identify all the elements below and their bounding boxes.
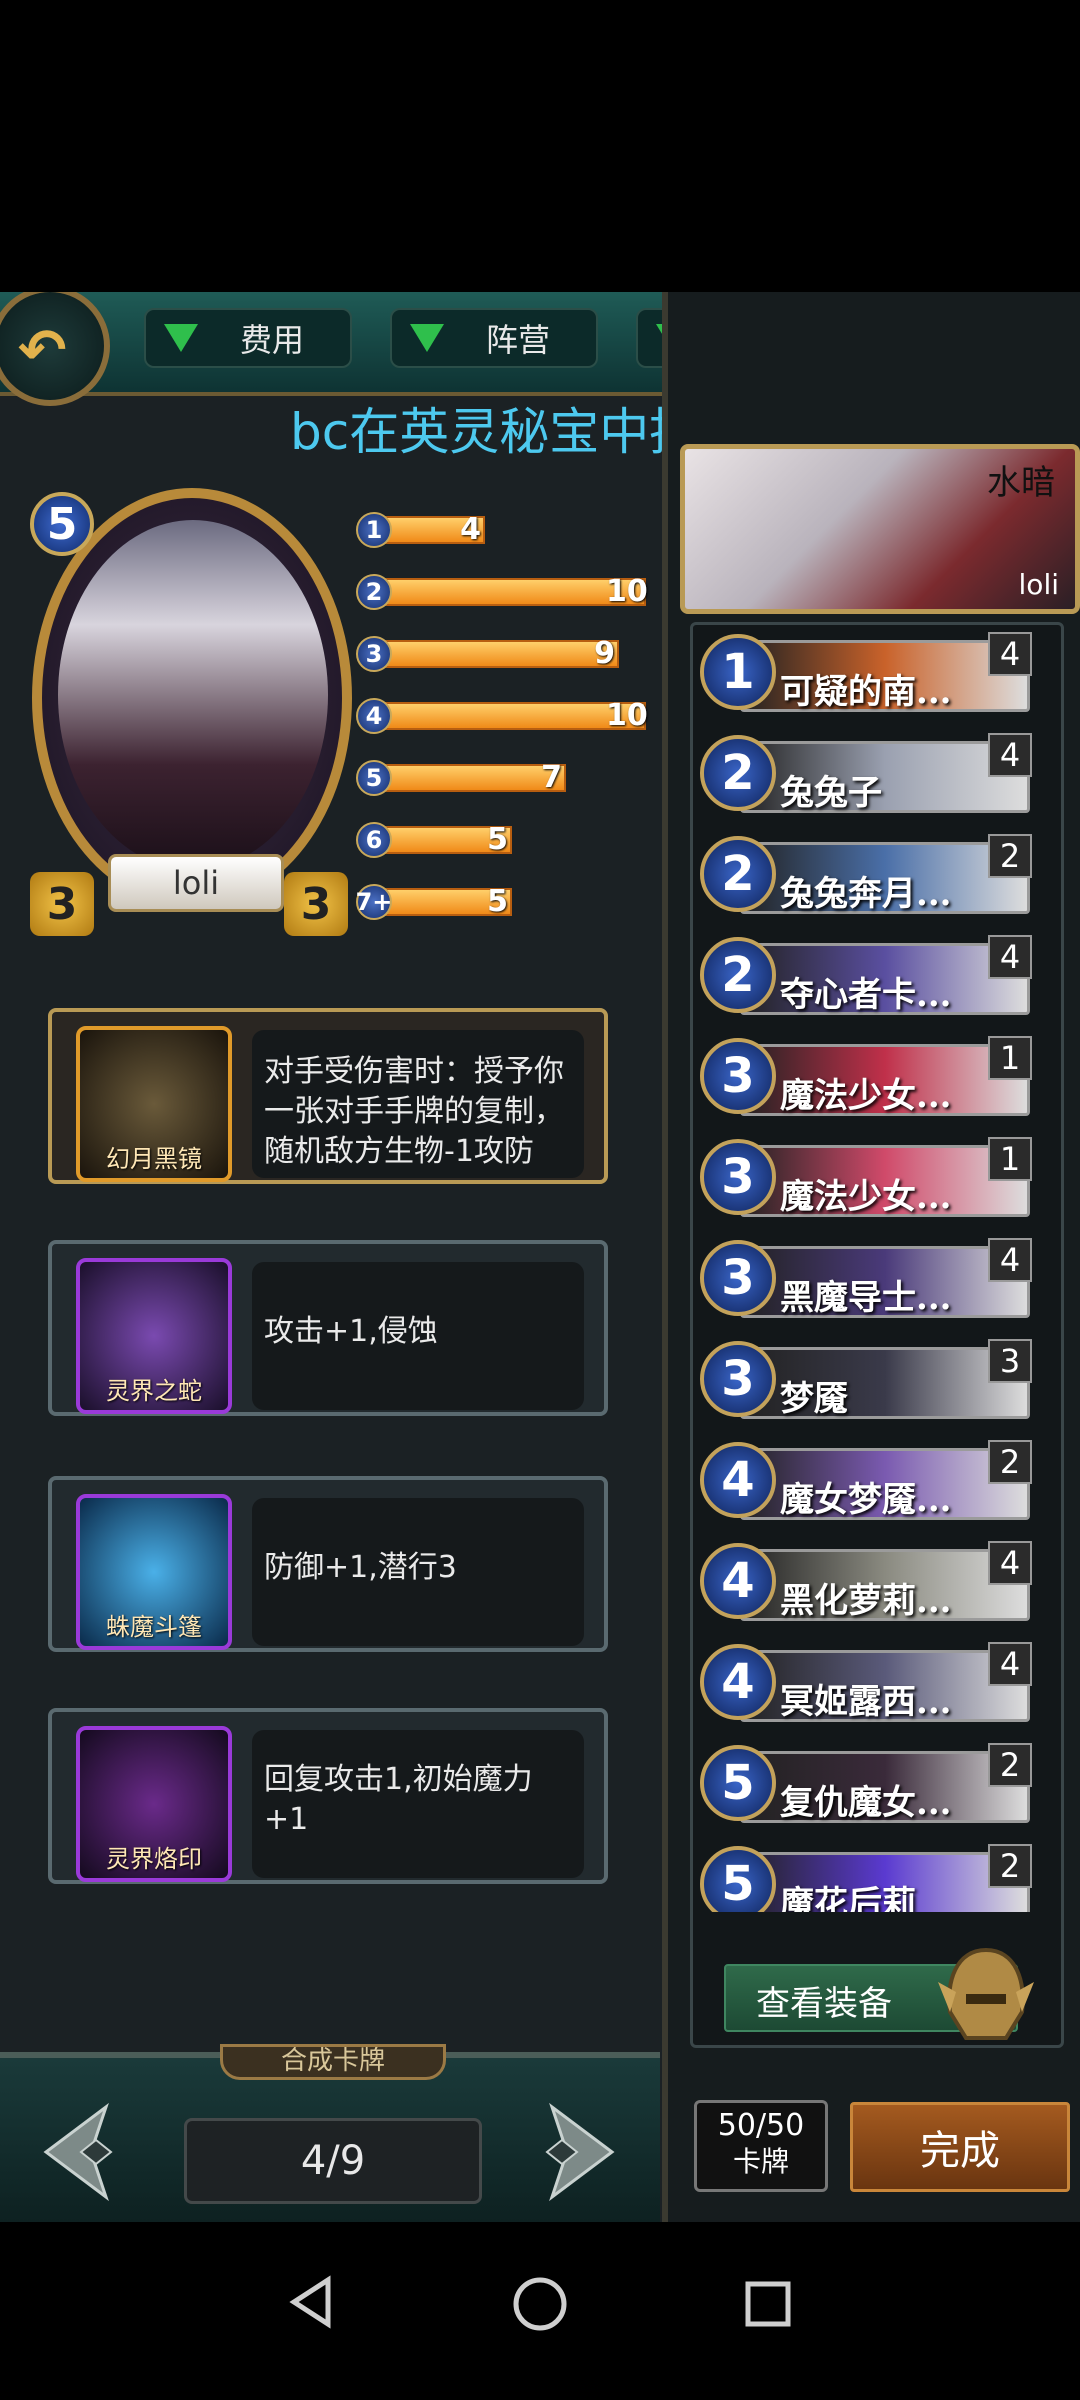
deck-card-count: 1	[988, 1137, 1032, 1181]
home-nav-icon[interactable]	[508, 2272, 572, 2336]
deck-card-cost: 2	[700, 735, 776, 811]
deck-card-cost: 4	[700, 1543, 776, 1619]
back-nav-icon[interactable]	[282, 2272, 342, 2332]
deck-card-count: 1	[988, 1036, 1032, 1080]
card-count-value: 50/50	[717, 2108, 805, 2143]
deck-card-name: 魔女梦魇...	[780, 1480, 952, 1520]
helmet-icon	[938, 1947, 1034, 2040]
deck-card-row[interactable]: 3 梦魇 3	[700, 1339, 1032, 1423]
deck-card-count: 2	[988, 834, 1032, 878]
deck-rows: 1 可疑的南... 4 2 兔兔子 4 2 兔兔奔月... 2 2 夺心者卡... 4 3 魔法少女...…	[0, 292, 1080, 1912]
deck-card-name: 梦魇	[780, 1379, 848, 1419]
deck-card-name: 夺心者卡...	[780, 975, 952, 1015]
deck-card-row[interactable]: 2 夺心者卡... 4	[700, 935, 1032, 1019]
deck-card-name: 复仇魔女...	[780, 1783, 952, 1823]
deck-card-count: 4	[988, 1642, 1032, 1686]
deck-card-name: 魔法少女...	[780, 1177, 952, 1217]
deck-card-row[interactable]: 4 黑化萝莉... 4	[700, 1541, 1032, 1625]
deck-card-cost: 3	[700, 1139, 776, 1215]
prev-page-button[interactable]	[36, 2102, 136, 2202]
deck-card-name: 冥姬露西...	[780, 1682, 952, 1722]
deck-card-row[interactable]: 5 魔花后莉 2	[700, 1844, 1032, 1912]
deck-card-count: 2	[988, 1743, 1032, 1787]
deck-card-cost: 5	[700, 1745, 776, 1821]
deck-card-name: 魔法少女...	[780, 1076, 952, 1116]
deck-card-name: 黑魔导士...	[780, 1278, 952, 1318]
deck-card-cost: 5	[700, 1846, 776, 1912]
deck-card-count: 4	[988, 632, 1032, 676]
deck-card-count: 2	[988, 1844, 1032, 1888]
deck-card-row[interactable]: 3 黑魔导士... 4	[700, 1238, 1032, 1322]
deck-card-row[interactable]: 2 兔兔奔月... 2	[700, 834, 1032, 918]
card-count-label: 卡牌	[732, 2145, 789, 2178]
deck-card-name: 黑化萝莉...	[780, 1581, 952, 1621]
done-button[interactable]: 完成	[850, 2102, 1070, 2192]
deck-card-count: 3	[988, 1339, 1032, 1383]
deck-card-count: 4	[988, 733, 1032, 777]
deck-card-cost: 3	[700, 1240, 776, 1316]
deck-card-cost: 3	[700, 1341, 776, 1417]
deck-card-cost: 4	[700, 1644, 776, 1720]
deck-card-name: 兔兔子	[780, 773, 882, 813]
deck-card-cost: 4	[700, 1442, 776, 1518]
recents-nav-icon[interactable]	[738, 2274, 798, 2334]
deck-card-row[interactable]: 5 复仇魔女... 2	[700, 1743, 1032, 1827]
craft-cards-tab[interactable]: 合成卡牌	[220, 2044, 446, 2080]
deck-card-name: 魔花后莉	[780, 1884, 916, 1912]
deck-card-row[interactable]: 4 冥姬露西... 4	[700, 1642, 1032, 1726]
next-page-button[interactable]	[522, 2102, 622, 2202]
deck-card-row[interactable]: 2 兔兔子 4	[700, 733, 1032, 817]
deck-card-cost: 1	[700, 634, 776, 710]
deck-card-count: 4	[988, 1541, 1032, 1585]
deck-card-count: 2	[988, 1440, 1032, 1484]
deck-card-name: 可疑的南...	[780, 672, 952, 712]
deck-card-cost: 2	[700, 836, 776, 912]
deck-card-row[interactable]: 3 魔法少女... 1	[700, 1036, 1032, 1120]
system-navigation-bar	[0, 2222, 1080, 2400]
deck-card-count: 4	[988, 935, 1032, 979]
deck-card-cost: 3	[700, 1038, 776, 1114]
deck-card-row[interactable]: 4 魔女梦魇... 2	[700, 1440, 1032, 1524]
deck-card-row[interactable]: 3 魔法少女... 1	[700, 1137, 1032, 1221]
deck-builder-screen: 费用 阵营 闪橙 搜索 ↶ bc在英灵秘宝中抽到了"红鹿姬鲁 5 3 3 lol…	[0, 292, 1080, 2222]
deck-card-row[interactable]: 1 可疑的南... 4	[700, 632, 1032, 716]
page-indicator: 4/9	[184, 2118, 482, 2204]
card-count-box: 50/50 卡牌	[694, 2100, 828, 2192]
deck-card-cost: 2	[700, 937, 776, 1013]
deck-card-count: 4	[988, 1238, 1032, 1282]
deck-card-name: 兔兔奔月...	[780, 874, 952, 914]
view-equipment-label: 查看装备	[756, 1984, 892, 2024]
